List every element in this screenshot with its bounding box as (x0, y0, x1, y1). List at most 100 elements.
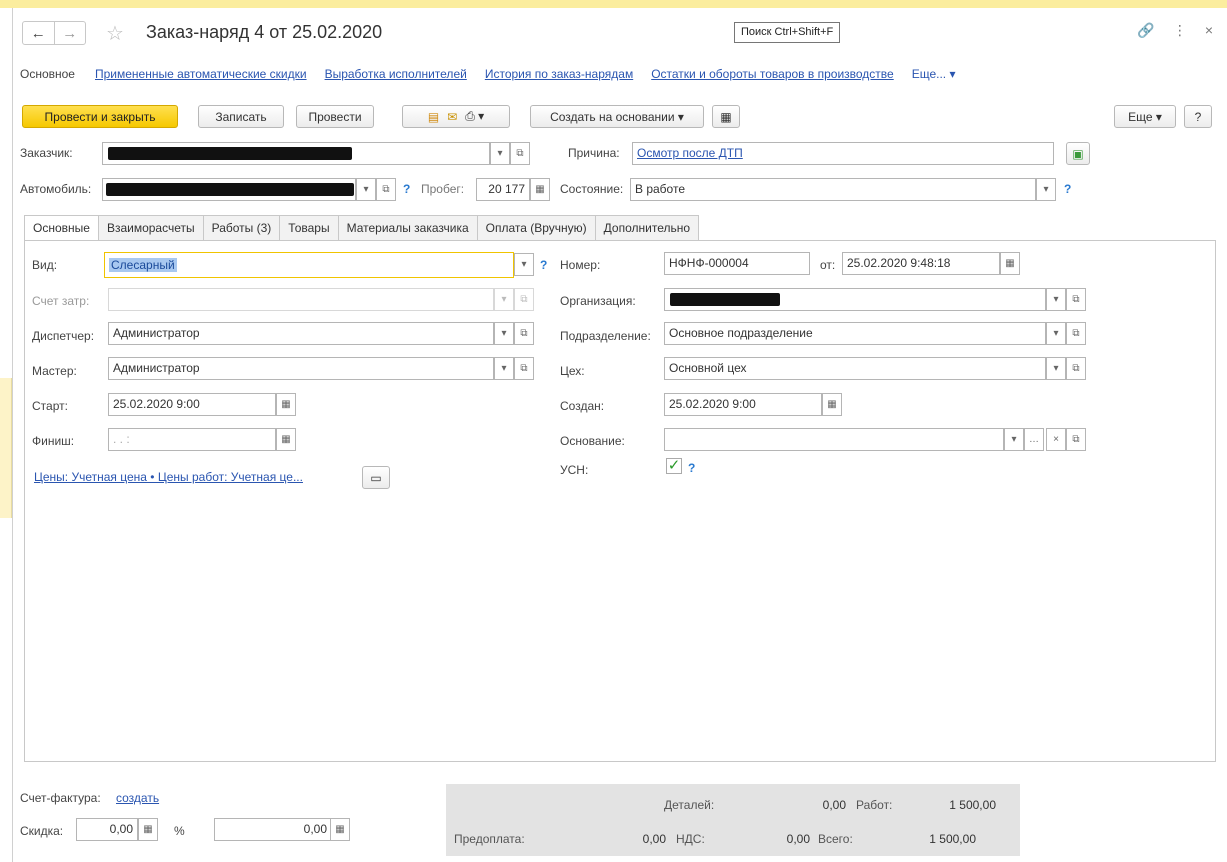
reason-label: Причина: (568, 146, 620, 160)
prices-settings-icon[interactable]: ▭ (362, 466, 390, 489)
forward-arrow-icon[interactable]: → (53, 22, 86, 44)
finish-label: Финиш: (32, 434, 75, 448)
tab-payment[interactable]: Оплата (Вручную) (477, 215, 596, 241)
number-field[interactable]: НФНФ-000004 (664, 252, 810, 275)
reason-field[interactable]: Осмотр после ДТП (632, 142, 1054, 165)
org-dropdown-icon[interactable]: ▾ (1046, 288, 1066, 311)
division-open-icon[interactable]: ⧉ (1066, 322, 1086, 345)
more-vert-icon[interactable]: ⋮ (1173, 22, 1187, 39)
cost-account-label: Счет затр: (32, 294, 90, 308)
save-button[interactable]: Записать (198, 105, 284, 128)
favorite-star-icon[interactable]: ☆ (106, 21, 124, 46)
post-close-button[interactable]: Провести и закрыть (22, 105, 178, 128)
vat-label: НДС: (676, 832, 705, 846)
kind-value: Слесарный (109, 258, 177, 272)
basis-dropdown-icon[interactable]: ▾ (1004, 428, 1024, 451)
basis-select-icon[interactable]: … (1024, 428, 1044, 451)
division-dropdown-icon[interactable]: ▾ (1046, 322, 1066, 345)
state-dropdown-icon[interactable]: ▾ (1036, 178, 1056, 201)
start-field[interactable]: 25.02.2020 9:00 (108, 393, 276, 416)
start-label: Старт: (32, 399, 68, 413)
nav-link-discounts[interactable]: Примененные автоматические скидки (95, 67, 307, 81)
print-icon[interactable]: ⎙ ▾ (465, 109, 484, 124)
finish-field[interactable]: . . : (108, 428, 276, 451)
parts-value: 0,00 (822, 798, 846, 812)
customer-dropdown-icon[interactable]: ▾ (490, 142, 510, 165)
nav-links-row: Основное Примененные автоматические скид… (20, 64, 956, 84)
tab-settlements[interactable]: Взаиморасчеты (98, 215, 204, 241)
master-open-icon[interactable]: ⧉ (514, 357, 534, 380)
mail-icon[interactable]: ✉ (447, 110, 457, 124)
from-date-field[interactable]: 25.02.2020 9:48:18 (842, 252, 1000, 275)
report-icon[interactable]: ▤ (428, 110, 439, 124)
master-field[interactable]: Администратор (108, 357, 494, 380)
back-arrow-icon[interactable]: ← (23, 22, 54, 44)
master-dropdown-icon[interactable]: ▾ (494, 357, 514, 380)
invoice-create-link[interactable]: создать (116, 791, 159, 805)
customer-open-icon[interactable]: ⧉ (510, 142, 530, 165)
workshop-label: Цех: (560, 364, 585, 378)
dispatcher-dropdown-icon[interactable]: ▾ (494, 322, 514, 345)
car-dropdown-icon[interactable]: ▾ (356, 178, 376, 201)
prices-link[interactable]: Цены: Учетная цена • Цены работ: Учетная… (34, 470, 303, 484)
basis-field[interactable] (664, 428, 1004, 451)
link-icon[interactable]: 🔗 (1137, 22, 1154, 39)
from-label: от: (820, 258, 836, 272)
more-actions-button[interactable]: Еще ▾ (1114, 105, 1176, 128)
car-help-icon[interactable]: ? (403, 182, 410, 196)
workshop-field[interactable]: Основной цех (664, 357, 1046, 380)
tab-main[interactable]: Основные (24, 215, 99, 241)
reason-select-icon[interactable]: ▣ (1066, 142, 1090, 165)
from-calendar-icon[interactable]: ▦ (1000, 252, 1020, 275)
tab-goods[interactable]: Товары (280, 215, 339, 241)
discount-sum-calc-icon[interactable]: ▦ (330, 818, 350, 841)
org-open-icon[interactable]: ⧉ (1066, 288, 1086, 311)
kind-help-icon[interactable]: ? (540, 258, 547, 272)
discount-percent-calc-icon[interactable]: ▦ (138, 818, 158, 841)
create-based-label: Создать на основании (550, 109, 675, 124)
nav-more-link[interactable]: Еще... ▾ (912, 67, 956, 81)
discount-percent-field[interactable]: 0,00 (76, 818, 138, 841)
works-value: 1 500,00 (949, 798, 996, 812)
usn-help-icon[interactable]: ? (688, 461, 695, 475)
nav-link-stock[interactable]: Остатки и обороты товаров в производстве (651, 67, 894, 81)
kind-field[interactable]: Слесарный (104, 252, 514, 278)
report-print-group: ▤ ✉ ⎙ ▾ (402, 105, 510, 128)
close-icon[interactable]: × (1205, 22, 1213, 39)
car-open-icon[interactable]: ⧉ (376, 178, 396, 201)
state-field[interactable]: В работе (630, 178, 1036, 201)
search-tooltip: Поиск Ctrl+Shift+F (734, 22, 841, 43)
nav-link-performers[interactable]: Выработка исполнителей (325, 67, 467, 81)
nav-link-history[interactable]: История по заказ-нарядам (485, 67, 633, 81)
basis-clear-icon[interactable]: × (1046, 428, 1066, 451)
tab-works[interactable]: Работы (3) (203, 215, 281, 241)
finish-calendar-icon[interactable]: ▦ (276, 428, 296, 451)
dispatcher-field[interactable]: Администратор (108, 322, 494, 345)
workshop-open-icon[interactable]: ⧉ (1066, 357, 1086, 380)
discount-sum-field[interactable]: 0,00 (214, 818, 332, 841)
tab-additional[interactable]: Дополнительно (595, 215, 700, 241)
division-field[interactable]: Основное подразделение (664, 322, 1046, 345)
kind-dropdown-icon[interactable]: ▾ (514, 253, 534, 276)
post-button[interactable]: Провести (296, 105, 374, 128)
total-value: 1 500,00 (929, 832, 976, 846)
tab-customer-materials[interactable]: Материалы заказчика (338, 215, 478, 241)
usn-checkbox-icon[interactable]: ✓ (666, 458, 682, 474)
doc-structure-icon[interactable]: ▦ (712, 105, 740, 128)
basis-label: Основание: (560, 434, 625, 448)
help-button[interactable]: ? (1184, 105, 1212, 128)
state-help-icon[interactable]: ? (1064, 182, 1071, 196)
top-strip (0, 0, 1227, 8)
created-field[interactable]: 25.02.2020 9:00 (664, 393, 822, 416)
mileage-calc-icon[interactable]: ▦ (530, 178, 550, 201)
basis-open-icon[interactable]: ⧉ (1066, 428, 1086, 451)
more-actions-label: Еще (1128, 109, 1153, 124)
dispatcher-open-icon[interactable]: ⧉ (514, 322, 534, 345)
mileage-field[interactable]: 20 177 (476, 178, 530, 201)
create-based-button[interactable]: Создать на основании ▾ (530, 105, 704, 128)
start-calendar-icon[interactable]: ▦ (276, 393, 296, 416)
reason-value[interactable]: Осмотр после ДТП (637, 146, 743, 160)
nav-link-main[interactable]: Основное (20, 67, 75, 81)
created-calendar-icon[interactable]: ▦ (822, 393, 842, 416)
workshop-dropdown-icon[interactable]: ▾ (1046, 357, 1066, 380)
